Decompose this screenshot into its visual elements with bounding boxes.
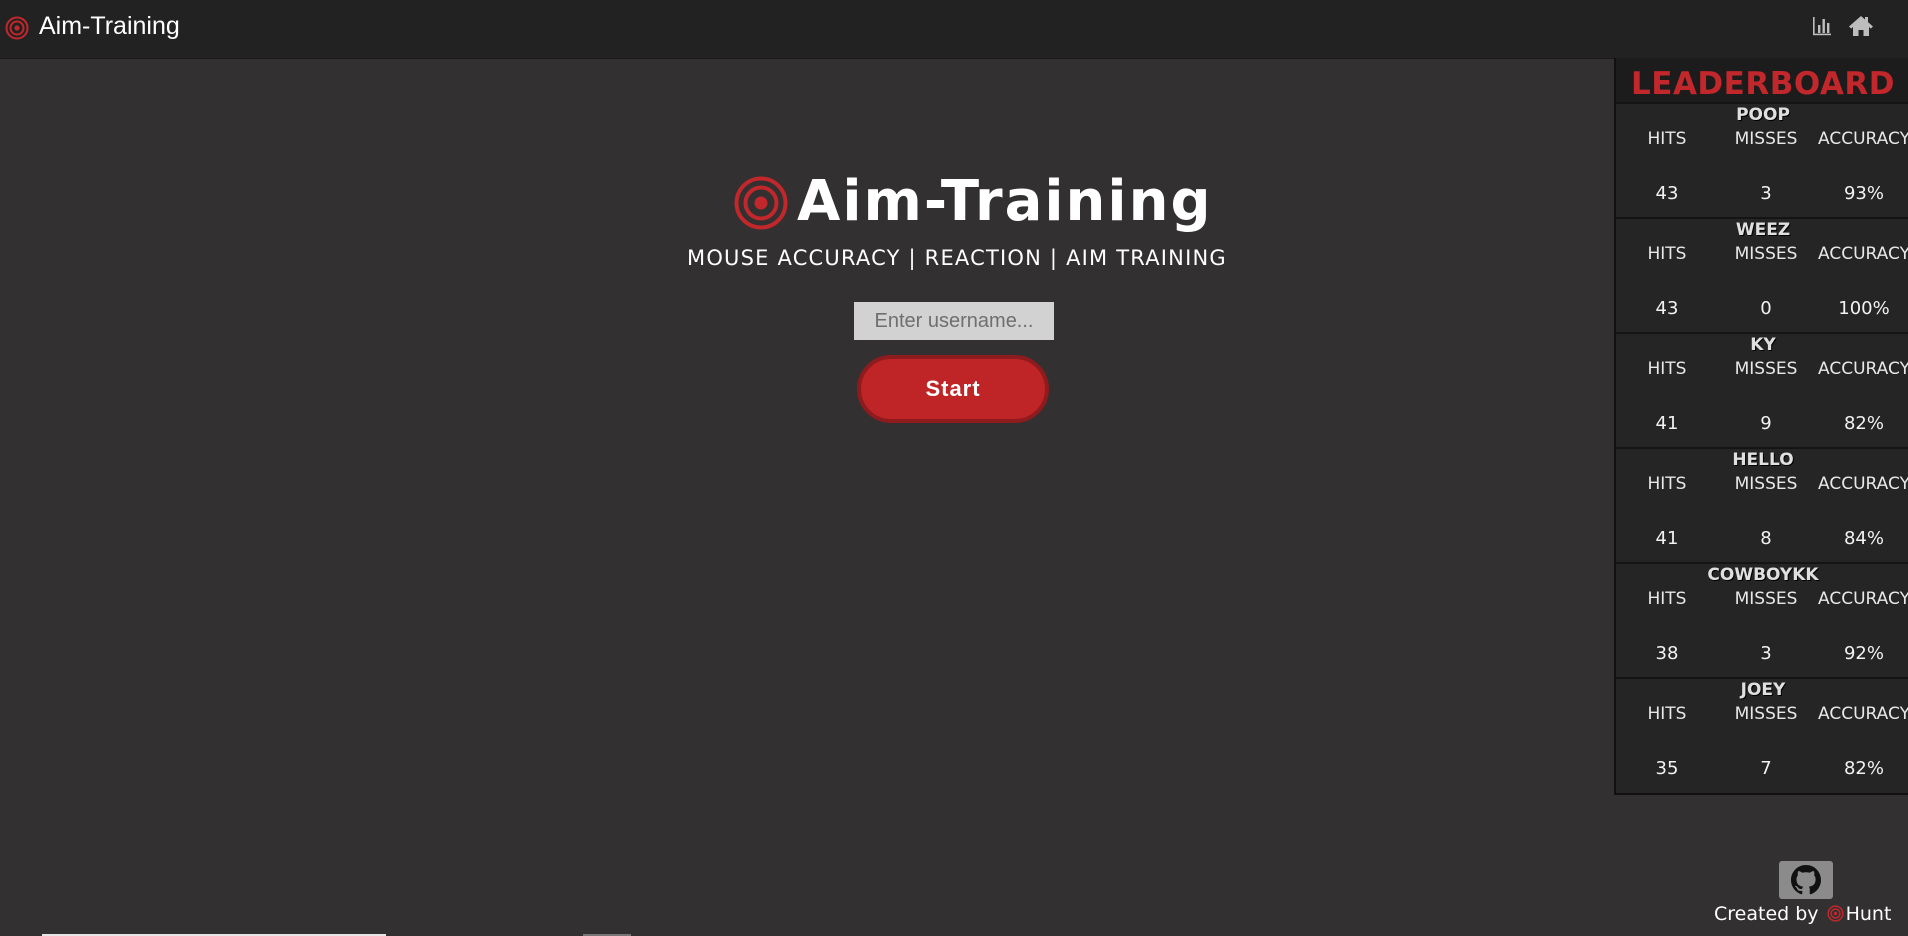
github-icon [1791,865,1821,895]
accuracy-value: 84% [1843,528,1884,549]
accuracy-header: ACCURACY [1818,704,1908,724]
footer-credit: Created by Hunt [1714,903,1891,925]
hits-value: 43 [1655,183,1679,204]
accuracy-value: 100% [1838,298,1890,319]
accuracy-header: ACCURACY [1818,589,1908,609]
accuracy-header: ACCURACY [1818,244,1908,264]
navbar-title[interactable]: Aim-Training [39,12,180,41]
player-name: POOP [1736,105,1790,125]
target-logo-icon [734,176,788,230]
player-name: KY [1750,335,1776,355]
target-logo-icon [1826,905,1844,922]
home-icon[interactable] [1848,14,1874,38]
leaderboard-entry: KY HITS MISSES ACCURACY 41 9 82% [1616,332,1908,449]
accuracy-value: 82% [1843,413,1884,434]
hits-value: 41 [1655,528,1679,549]
misses-value: 9 [1760,413,1772,434]
accuracy-value: 92% [1843,643,1884,664]
misses-header: MISSES [1734,129,1798,149]
hits-header: HITS [1647,129,1687,149]
start-button[interactable]: Start [857,355,1049,423]
misses-value: 8 [1760,528,1772,549]
hits-header: HITS [1647,704,1687,724]
author-name[interactable]: Hunt [1846,903,1892,925]
misses-header: MISSES [1734,704,1798,724]
misses-value: 0 [1760,298,1772,319]
misses-value: 7 [1760,758,1772,779]
player-name: WEEZ [1735,220,1791,240]
hero-subtitle: MOUSE ACCURACY | REACTION | AIM TRAINING [687,246,1227,270]
hits-value: 43 [1655,298,1679,319]
username-input[interactable] [854,302,1054,340]
accuracy-value: 82% [1843,758,1884,779]
misses-value: 3 [1760,183,1772,204]
misses-header: MISSES [1734,359,1798,379]
misses-header: MISSES [1734,474,1798,494]
hits-header: HITS [1647,589,1687,609]
player-name: JOEY [1740,680,1786,700]
accuracy-header: ACCURACY [1818,359,1908,379]
hits-header: HITS [1647,244,1687,264]
leaderboard-entry: COWBOYKK HITS MISSES ACCURACY 38 3 92% [1616,562,1908,679]
leaderboard-entry: JOEY HITS MISSES ACCURACY 35 7 82% [1616,677,1908,794]
hits-value: 38 [1655,643,1679,664]
misses-value: 3 [1760,643,1772,664]
target-logo-icon[interactable] [5,16,29,40]
leaderboard-entry: POOP HITS MISSES ACCURACY 43 3 93% [1616,102,1908,219]
player-name: HELLO [1732,450,1794,470]
player-name: COWBOYKK [1707,565,1819,585]
accuracy-value: 93% [1843,183,1884,204]
hits-value: 41 [1655,413,1679,434]
accuracy-header: ACCURACY [1818,129,1908,149]
misses-header: MISSES [1734,589,1798,609]
misses-header: MISSES [1734,244,1798,264]
created-by-label: Created by [1714,903,1819,925]
leaderboard-entry: HELLO HITS MISSES ACCURACY 41 8 84% [1616,447,1908,564]
hits-header: HITS [1647,474,1687,494]
leaderboard-panel: LEADERBOARD POOP HITS MISSES ACCURACY 43… [1614,58,1908,795]
hero-title: Aim-Training [797,169,1213,234]
leaderboard-entry: WEEZ HITS MISSES ACCURACY 43 0 100% [1616,217,1908,334]
github-button[interactable] [1779,861,1833,899]
bar-chart-icon[interactable] [1812,15,1832,37]
leaderboard-title: LEADERBOARD [1616,58,1908,102]
hits-header: HITS [1647,359,1687,379]
hits-value: 35 [1655,758,1679,779]
accuracy-header: ACCURACY [1818,474,1908,494]
top-navbar: Aim-Training [0,0,1908,59]
